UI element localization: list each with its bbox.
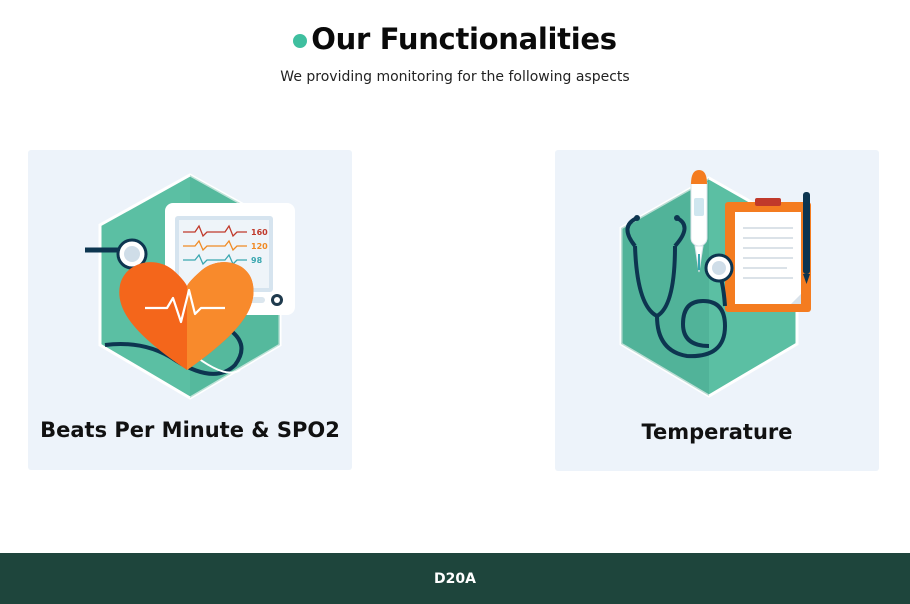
title-row: Our Functionalities bbox=[293, 22, 617, 56]
monitor-reading-1: 160 bbox=[251, 228, 268, 237]
monitor-reading-2: 120 bbox=[251, 242, 268, 251]
feature-card-temperature[interactable]: Temperature bbox=[555, 150, 879, 471]
title-bullet-icon bbox=[293, 33, 308, 48]
card-label-temperature: Temperature bbox=[641, 420, 793, 444]
page-title: Our Functionalities bbox=[311, 22, 617, 56]
feature-card-bpm[interactable]: 160 120 98 Beats Per Minute & SPO2 bbox=[28, 150, 352, 470]
heart-monitor-icon: 160 120 98 bbox=[85, 173, 295, 400]
monitor-reading-3: 98 bbox=[251, 256, 263, 265]
card-label-bpm: Beats Per Minute & SPO2 bbox=[40, 418, 340, 442]
footer-text: D20A bbox=[434, 570, 476, 587]
section-header: Our Functionalities We providing monitor… bbox=[0, 22, 910, 85]
page-subtitle: We providing monitoring for the followin… bbox=[280, 69, 630, 85]
thermometer-stethoscope-icon bbox=[619, 170, 811, 398]
footer: D20A bbox=[0, 553, 910, 604]
